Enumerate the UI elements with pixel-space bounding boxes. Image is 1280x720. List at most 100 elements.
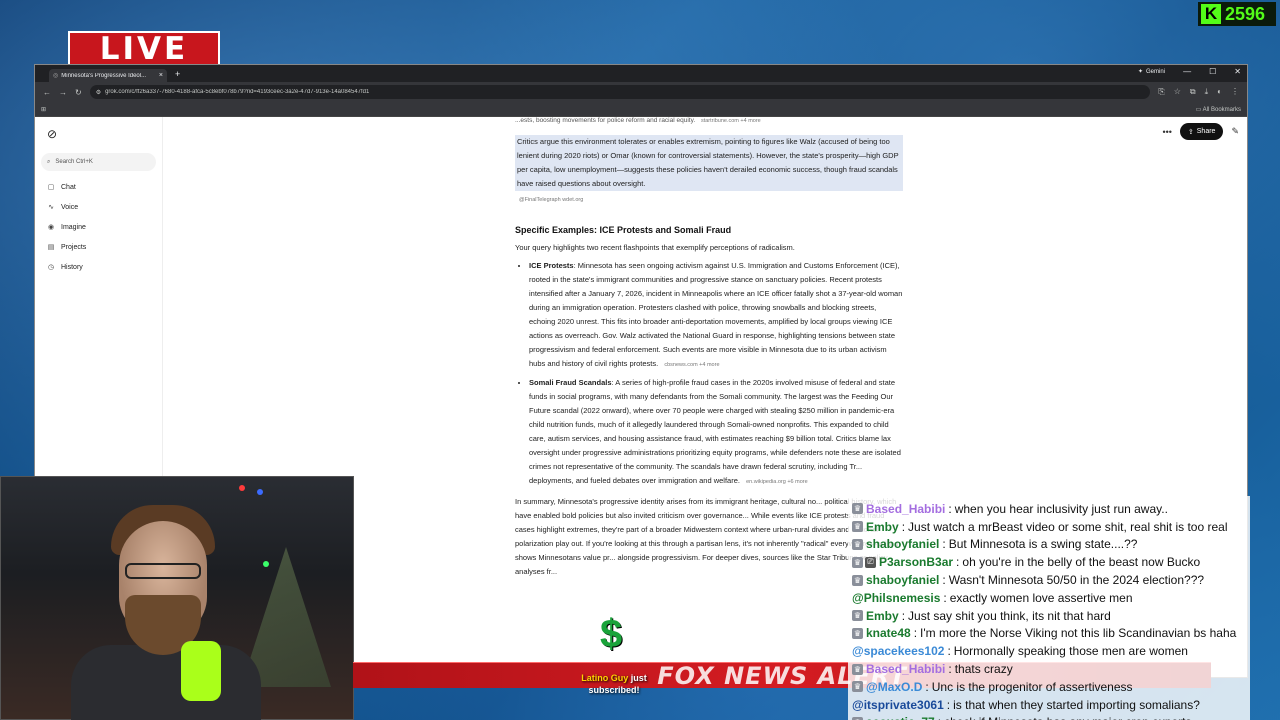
chat-username[interactable]: Based_Habibi — [866, 662, 945, 676]
search-input[interactable]: ⌕ Search Ctrl+K — [41, 153, 156, 171]
source-chip[interactable]: cbsnews.com +4 more — [664, 362, 719, 368]
more-options-button[interactable]: ••• — [1162, 127, 1171, 137]
chat-message: ♛ shaboyfaniel: But Minnesota is a swing s… — [852, 536, 1246, 554]
chat-username[interactable]: shaboyfaniel — [866, 537, 939, 551]
chat-username[interactable]: @MaxO.D — [866, 680, 922, 694]
reload-icon[interactable]: ↻ — [75, 88, 82, 97]
chat-text: when you hear inclusivity just run away.… — [954, 501, 1168, 516]
browser-tab[interactable]: ◎ Minnesota's Progressive Ideol... × — [49, 69, 167, 82]
source-chip[interactable]: startribune.com +4 more — [701, 118, 761, 124]
section-heading: Specific Examples: ICE Protests and Soma… — [515, 225, 732, 235]
install-icon[interactable]: ⎘ — [1158, 87, 1164, 97]
chat-username[interactable]: acoustic_77 — [866, 715, 935, 720]
back-icon[interactable]: ← — [43, 88, 51, 97]
webcam-feed — [0, 476, 354, 720]
chat-username[interactable]: @itsprivate3061 — [852, 698, 944, 712]
light-image — [263, 561, 269, 567]
chat-username[interactable]: P3arsonB3ar — [879, 555, 953, 569]
tab-bar: ◎ Minnesota's Progressive Ideol... × + ✦… — [35, 65, 1247, 82]
bookmark-star-icon[interactable]: ☆ — [1174, 87, 1181, 97]
chat-message: @Philsnemesis: exactly women love asserti… — [852, 589, 1246, 607]
tab-close-icon[interactable]: × — [159, 72, 163, 79]
chat-text: thats crazy — [954, 662, 1013, 677]
sidebar-item-chat[interactable]: ▢ Chat — [41, 177, 156, 197]
chat-message: ♛ ⎚ P3arsonB3ar: oh you're in the belly of … — [852, 553, 1246, 571]
chat-message: @spacekees102: Hormonally speaking those … — [852, 642, 1246, 660]
chat-separator: : — [946, 697, 951, 712]
folder-icon: ▭ — [1195, 106, 1203, 113]
new-tab-button[interactable]: + — [175, 69, 180, 79]
forward-icon[interactable]: → — [59, 88, 67, 97]
response-content: ...ests, boosting movements for police r… — [515, 117, 903, 579]
voice-icon: ∿ — [48, 204, 54, 211]
extensions-icon[interactable]: ⧉ — [1190, 87, 1196, 97]
chat-message: ♛ Based_Habibi: thats crazy — [852, 660, 1246, 678]
chat-separator: : — [948, 662, 952, 677]
section-intro: Your query highlights two recent flashpo… — [515, 243, 795, 252]
source-chips[interactable]: @FinalTelegraph wdet.org — [515, 193, 903, 207]
chat-text: Just say shit you think, its nit that ha… — [908, 608, 1111, 623]
profile-icon[interactable]: ◐ — [1217, 87, 1222, 97]
sidebar-item-history[interactable]: ◷ History — [41, 257, 156, 277]
chat-username[interactable]: Emby — [866, 609, 899, 623]
search-icon: ⌕ — [47, 158, 51, 165]
badge-icon: ♛ — [852, 503, 863, 515]
downloads-icon[interactable]: ⤓ — [1205, 87, 1209, 97]
badge-icon: ♛ — [852, 663, 863, 675]
tab-title: Minnesota's Progressive Ideol... — [61, 72, 147, 79]
chat-separator: : — [948, 501, 952, 516]
chat-message: ♛ Based_Habibi: when you hear inclusivity … — [852, 500, 1246, 518]
new-chat-icon[interactable]: ✎ — [1231, 126, 1239, 137]
chat-username[interactable]: @Philsnemesis — [852, 591, 940, 605]
apps-grid-icon[interactable]: ⊞ — [41, 106, 46, 113]
menu-kebab-icon[interactable]: ⋮ — [1231, 87, 1239, 97]
share-button[interactable]: ⇪ Share — [1179, 123, 1224, 140]
chat-username[interactable]: Emby — [866, 520, 899, 534]
url-text: grok.com/c/ff26a337-7680-4188-afca-5c8eb… — [105, 89, 370, 95]
chat-username[interactable]: knate48 — [866, 626, 911, 640]
maximize-icon[interactable]: ☐ — [1209, 67, 1216, 76]
top-actions: ••• ⇪ Share ✎ — [1162, 123, 1239, 140]
minimize-icon[interactable]: — — [1183, 67, 1191, 76]
chat-text: exactly women love assertive men — [949, 590, 1133, 605]
gemini-button[interactable]: ✦ Gemini — [1138, 68, 1165, 76]
chat-username[interactable]: Based_Habibi — [866, 502, 945, 516]
chat-separator: : — [947, 644, 951, 659]
chat-text: check if Minnesota has any major crop ex… — [944, 715, 1191, 720]
badge-icon: ♛ — [852, 574, 863, 586]
address-bar[interactable]: ⚙ grok.com/c/ff26a337-7680-4188-afca-5c8… — [89, 85, 1151, 99]
highlighted-paragraph: Critics argue this environment tolerates… — [515, 135, 903, 191]
chat-text: Just watch a mrBeast video or some shit,… — [908, 519, 1228, 534]
chat-badges: ♛ — [852, 538, 863, 550]
sidebar-item-projects[interactable]: ▤ Projects — [41, 237, 156, 257]
chat-username[interactable]: @spacekees102 — [852, 644, 944, 658]
tab-favicon-icon: ◎ — [53, 73, 59, 79]
light-image — [239, 485, 245, 491]
dollar-sign-icon: $ — [600, 612, 623, 656]
chat-icon: ▢ — [47, 184, 55, 191]
chat-text: oh you're in the belly of the beast now … — [962, 555, 1201, 570]
chat-message: ♛acoustic_77:check if Minnesota has any … — [852, 714, 1246, 720]
bullet-text: : A series of high-profile fraud cases i… — [529, 378, 901, 485]
sidebar-item-voice[interactable]: ∿ Voice — [41, 197, 156, 217]
kick-viewer-badge: K 2596 — [1198, 2, 1276, 26]
projects-icon: ▤ — [47, 244, 55, 251]
sidebar-item-imagine[interactable]: ◉ Imagine — [41, 217, 156, 237]
chat-text: Unc is the progenitor of assertiveness — [931, 679, 1133, 694]
chat-separator: : — [956, 555, 960, 570]
chat-username[interactable]: shaboyfaniel — [866, 573, 939, 587]
chat-message: ♛ Emby: Just say shit you think, its nit t… — [852, 607, 1246, 625]
chat-badges: ♛ — [852, 521, 863, 533]
light-image — [257, 489, 263, 495]
all-bookmarks[interactable]: ▭ All Bookmarks — [1196, 106, 1241, 113]
site-info-icon[interactable]: ⚙ — [96, 89, 101, 96]
imagine-icon: ◉ — [47, 224, 55, 231]
bookmarks-bar: ⊞ ▭ All Bookmarks — [35, 102, 1247, 117]
source-chip[interactable]: en.wikipedia.org +6 more — [746, 479, 808, 485]
microphone-image — [181, 641, 221, 701]
chat-badges: ♛ — [852, 663, 863, 675]
close-window-icon[interactable]: ✕ — [1234, 67, 1241, 76]
grok-logo-icon[interactable]: ⊘ — [47, 127, 156, 141]
kick-logo-icon: K — [1201, 4, 1221, 24]
summary-paragraph: In summary, Minnesota's progressive iden… — [515, 497, 899, 576]
